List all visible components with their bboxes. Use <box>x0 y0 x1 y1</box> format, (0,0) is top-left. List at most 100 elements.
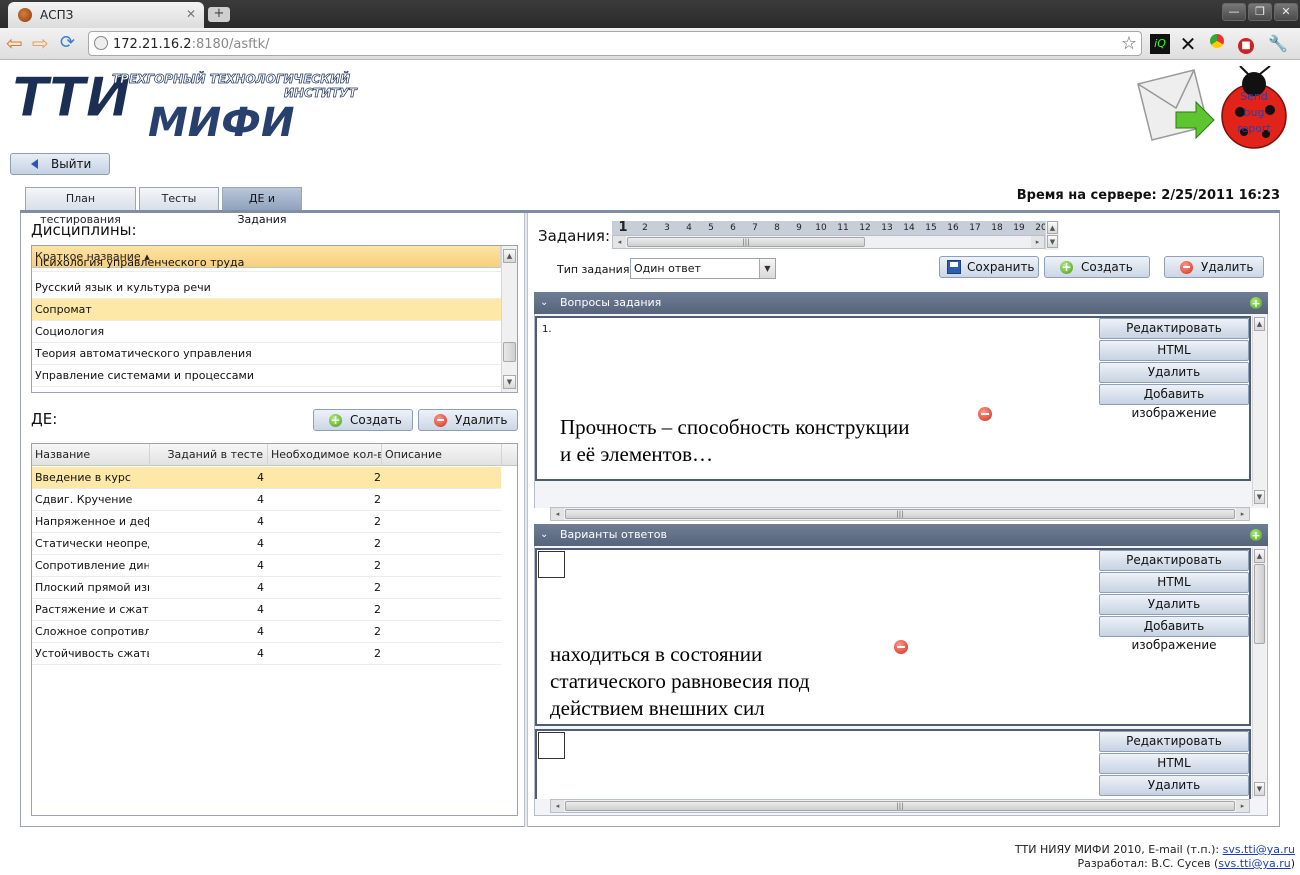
add-answer-icon[interactable] <box>1250 525 1262 547</box>
scroll-up-icon[interactable]: ▲ <box>1047 221 1058 234</box>
scroll-left-icon[interactable]: ◂ <box>613 236 626 248</box>
scroll-thumb[interactable]: ||| <box>627 237 865 247</box>
scroll-down-icon[interactable]: ▼ <box>1254 782 1265 796</box>
task-number[interactable]: 14 <box>898 221 920 235</box>
column-tasks-in-test[interactable]: Заданий в тесте <box>150 444 268 466</box>
task-number[interactable]: 18 <box>986 221 1008 235</box>
answer-correct-checkbox[interactable] <box>538 732 565 759</box>
task-number[interactable]: 9 <box>788 221 810 235</box>
list-item[interactable]: Социология <box>32 321 501 343</box>
answer-correct-checkbox[interactable] <box>538 551 565 578</box>
task-number[interactable]: 1 <box>612 221 634 235</box>
scroll-right-icon[interactable]: ▸ <box>1031 236 1044 248</box>
question-add-image-button[interactable]: Добавить изображение <box>1099 384 1249 420</box>
task-number[interactable]: 8 <box>766 221 788 235</box>
scroll-left-icon[interactable]: ◂ <box>551 800 564 812</box>
scroll-thumb[interactable] <box>1254 564 1265 644</box>
answer-edit-button[interactable]: Редактировать <box>1099 731 1249 752</box>
answer-edit-button[interactable]: Редактировать <box>1099 550 1249 571</box>
list-item[interactable]: Психология управленческого труда <box>32 260 501 272</box>
task-type-select[interactable]: Один ответ ▼ <box>630 258 776 279</box>
scroll-down-icon[interactable]: ▼ <box>503 375 516 389</box>
answer-html-button[interactable]: HTML <box>1099 572 1249 593</box>
address-bar[interactable]: 172.21.16.2:8180/asftk/ ☆ <box>88 31 1142 56</box>
table-row[interactable]: Статически неопредел 4 2 <box>32 533 501 555</box>
table-row[interactable]: Сопротивление динам 4 2 <box>32 555 501 577</box>
footer-email-link[interactable]: svs.tti@ya.ru <box>1223 843 1295 856</box>
table-row[interactable]: Плоский прямой изгиб 4 2 <box>32 577 501 599</box>
stop-extension-icon[interactable]: ■ <box>1236 34 1256 54</box>
table-row[interactable]: Растяжение и сжатие 4 2 <box>32 599 501 621</box>
reload-icon[interactable]: ⟳ <box>60 33 75 53</box>
add-question-icon[interactable] <box>1250 293 1262 315</box>
minimize-window-button[interactable]: — <box>1222 3 1246 21</box>
de-create-button[interactable]: Создать <box>313 409 413 431</box>
answer-delete-button[interactable]: Удалить <box>1099 775 1249 796</box>
task-number[interactable]: 5 <box>700 221 722 235</box>
list-item[interactable]: Теория автоматического управления <box>32 343 501 365</box>
scroll-up-icon[interactable]: ▲ <box>503 249 516 263</box>
list-item[interactable]: Русский язык и культура речи <box>32 277 501 299</box>
task-number[interactable]: 2 <box>634 221 656 235</box>
task-number[interactable]: 12 <box>854 221 876 235</box>
de-delete-button[interactable]: Удалить <box>418 409 518 431</box>
table-row[interactable]: Устойчивость сжатых 4 2 <box>32 643 501 665</box>
iq-extension-icon[interactable]: iQ <box>1150 34 1170 54</box>
scroll-thumb[interactable]: ||| <box>565 801 1235 811</box>
task-number[interactable]: 7 <box>744 221 766 235</box>
scroll-thumb[interactable] <box>503 342 516 362</box>
answers-hscroll[interactable]: ◂ ||| ▸ <box>550 799 1250 813</box>
answer-text[interactable]: находиться в состоянии статического равн… <box>550 641 810 722</box>
restore-window-button[interactable]: ❐ <box>1248 3 1272 21</box>
bookmark-star-icon[interactable]: ☆ <box>1121 33 1137 54</box>
task-strip-vscroll[interactable]: ▲ ▼ <box>1045 221 1059 250</box>
task-number[interactable]: 10 <box>810 221 832 235</box>
question-delete-button[interactable]: Удалить <box>1099 362 1249 383</box>
scroll-up-icon[interactable]: ▲ <box>1254 317 1265 331</box>
questions-vscroll[interactable]: ▲ ▼ <box>1252 316 1266 506</box>
table-row-selected[interactable]: Введение в курс 4 2 <box>32 467 501 489</box>
task-create-button[interactable]: Создать <box>1044 256 1150 278</box>
back-icon[interactable]: ⇦ <box>6 33 23 53</box>
remove-question-icon[interactable] <box>978 407 992 421</box>
scroll-right-icon[interactable]: ▸ <box>1236 508 1249 520</box>
task-number[interactable]: 4 <box>678 221 700 235</box>
table-row[interactable]: Сдвиг. Кручение 4 2 <box>32 489 501 511</box>
task-number-scrollbar[interactable]: ◂ ||| ▸ <box>612 235 1045 249</box>
chrome-extension-icon[interactable] <box>1207 34 1227 54</box>
footer-author-email-link[interactable]: svs.tti@ya.ru <box>1218 857 1290 870</box>
scroll-down-icon[interactable]: ▼ <box>1047 235 1058 248</box>
scroll-thumb[interactable]: ||| <box>565 509 1235 519</box>
task-number[interactable]: 11 <box>832 221 854 235</box>
task-delete-button[interactable]: Удалить <box>1164 256 1264 278</box>
task-number[interactable]: 16 <box>942 221 964 235</box>
task-number[interactable]: 17 <box>964 221 986 235</box>
scroll-left-icon[interactable]: ◂ <box>551 508 564 520</box>
browser-tab[interactable]: АСПЗ ✕ <box>8 2 204 28</box>
wrench-icon[interactable]: 🔧 <box>1268 34 1288 54</box>
table-row[interactable]: Сложное сопротивлен 4 2 <box>32 621 501 643</box>
new-tab-button[interactable]: + <box>208 7 230 22</box>
task-number[interactable]: 13 <box>876 221 898 235</box>
task-number[interactable]: 15 <box>920 221 942 235</box>
send-bug-report-link[interactable]: Send bug report <box>1136 65 1296 150</box>
remove-answer-icon[interactable] <box>894 640 908 654</box>
x-extension-icon[interactable]: ✕ <box>1178 34 1198 54</box>
column-description[interactable]: Описание <box>382 444 502 466</box>
task-save-button[interactable]: Сохранить <box>939 256 1039 278</box>
column-name[interactable]: Название <box>32 444 150 466</box>
question-text[interactable]: Прочность – способность конструкции и её… <box>560 414 909 468</box>
list-item-selected[interactable]: Сопромат <box>32 299 501 321</box>
tab-de-tasks[interactable]: ДЕ и Задания <box>222 187 302 226</box>
questions-hscroll[interactable]: ◂ ||| ▸ <box>550 507 1250 521</box>
answer-add-image-button[interactable]: Добавить изображение <box>1099 616 1249 652</box>
scroll-down-icon[interactable]: ▼ <box>1254 490 1265 504</box>
scroll-up-icon[interactable]: ▲ <box>1254 549 1265 563</box>
question-html-button[interactable]: HTML <box>1099 340 1249 361</box>
panel-splitter[interactable] <box>524 213 528 827</box>
logout-button[interactable]: Выйти <box>10 153 110 175</box>
forward-icon[interactable]: ⇨ <box>32 33 49 53</box>
task-number[interactable]: 6 <box>722 221 744 235</box>
list-item[interactable]: Управление системами и процессами <box>32 365 501 387</box>
tab-tests[interactable]: Тесты <box>139 187 219 210</box>
